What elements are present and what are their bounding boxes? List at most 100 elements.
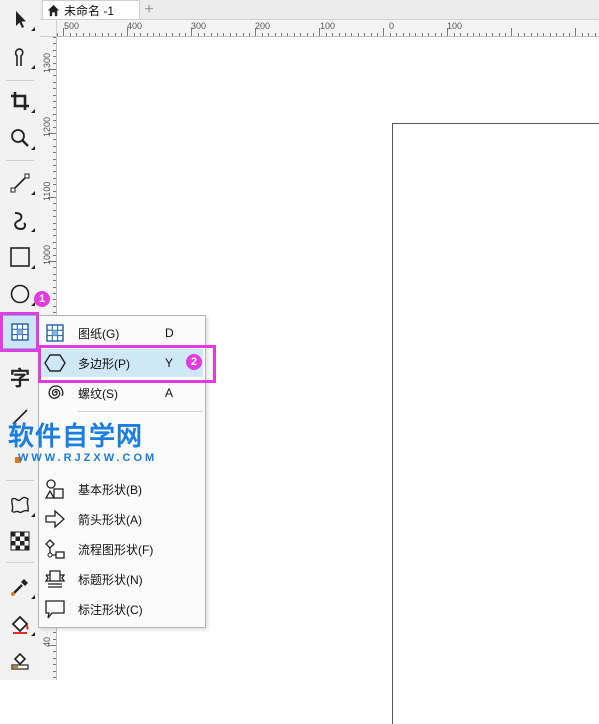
ruler-tick xyxy=(53,101,56,102)
home-icon xyxy=(47,4,60,16)
menu-item-spiral[interactable]: 螺纹(S) A xyxy=(41,379,203,407)
ruler-tick xyxy=(53,152,56,154)
ruler-tick xyxy=(53,43,56,45)
eyedropper-tool[interactable] xyxy=(4,572,36,602)
ruler-tick xyxy=(76,33,78,36)
curve-icon xyxy=(14,212,26,231)
menu-separator xyxy=(77,411,203,412)
ruler-tick xyxy=(53,670,56,672)
ruler-tick xyxy=(204,33,206,36)
step-badge-2: 2 xyxy=(186,354,202,370)
ruler-tick xyxy=(53,305,56,307)
ruler-tick xyxy=(479,33,481,36)
ruler-tick xyxy=(300,33,302,36)
ruler-tick xyxy=(53,216,56,218)
ruler-tick xyxy=(53,638,56,640)
ruler-tick xyxy=(357,33,359,36)
menu-item-label: 基本形状(B) xyxy=(78,482,142,497)
ruler-origin-corner[interactable] xyxy=(40,20,57,37)
ruler-tick xyxy=(165,33,167,36)
interactive-fill-tool[interactable] xyxy=(4,609,36,639)
smart-fill-icon xyxy=(11,652,29,670)
ruler-tick xyxy=(313,33,314,36)
ruler-tick xyxy=(396,33,398,36)
line-icon xyxy=(10,173,30,193)
menu-item-callout-shapes[interactable]: 标注形状(C) xyxy=(41,595,203,623)
ruler-tick xyxy=(466,33,468,36)
ruler-tick xyxy=(268,33,270,36)
ruler-tick xyxy=(473,33,474,36)
menu-item-graph-paper[interactable]: 图纸(G) D xyxy=(41,319,203,347)
freehand-tool[interactable] xyxy=(4,168,36,198)
ruler-tick xyxy=(48,133,56,134)
zoom-tool[interactable] xyxy=(4,123,36,153)
ruler-tick xyxy=(82,33,84,36)
menu-item-flowchart-shapes[interactable]: 流程图形状(F) xyxy=(41,535,203,563)
watermark-title: 软件自学网 xyxy=(8,422,144,452)
ruler-tick xyxy=(197,33,199,36)
ruler-tick xyxy=(53,273,56,275)
smart-fill-tool[interactable] xyxy=(4,645,36,675)
ruler-tick xyxy=(524,33,526,36)
ruler-tick xyxy=(530,33,532,36)
crop-tool[interactable] xyxy=(4,86,36,116)
ruler-tick xyxy=(402,33,404,36)
ruler-tick xyxy=(53,312,56,314)
document-tab[interactable]: 未命名 -1 xyxy=(42,0,140,19)
menu-item-label: 箭头形状(A) xyxy=(78,512,142,527)
spiral-icon xyxy=(43,381,67,405)
envelope-tool[interactable] xyxy=(4,490,36,520)
ellipse-tool[interactable] xyxy=(4,279,36,309)
freehand-shape-tool[interactable] xyxy=(4,42,36,72)
menu-item-label: 图纸(G) xyxy=(78,326,120,341)
transparency-tool[interactable] xyxy=(4,526,36,556)
ruler-tick xyxy=(242,33,244,36)
menu-item-banner-shapes[interactable]: 标题形状(N) xyxy=(41,565,203,593)
artistic-media-tool[interactable] xyxy=(4,205,36,235)
site-watermark: 软件自学网 WWW.RJZXW.COM xyxy=(8,422,158,464)
ruler-tick xyxy=(562,33,564,36)
ruler-tick xyxy=(53,286,56,288)
add-tab-button[interactable]: + xyxy=(140,0,158,19)
ruler-tick xyxy=(53,299,56,301)
ruler-label: 1100 xyxy=(42,181,52,201)
ruler-tick xyxy=(53,203,56,205)
menu-item-shortcut: A xyxy=(165,386,174,400)
highlight-box-tool xyxy=(0,312,39,352)
rectangle-tool[interactable] xyxy=(4,242,36,272)
ruler-tick xyxy=(594,33,596,36)
ruler-tick xyxy=(53,94,56,96)
ruler-tick xyxy=(53,248,56,250)
ruler-tick xyxy=(53,75,56,77)
ruler-tick xyxy=(53,158,56,160)
ruler-tick xyxy=(53,171,56,173)
ruler-tick xyxy=(191,28,193,36)
ruler-tick xyxy=(95,33,97,36)
ruler-tick xyxy=(53,126,56,128)
ruler-tick xyxy=(53,209,56,211)
ruler-tick xyxy=(364,33,366,36)
ruler-tick xyxy=(53,651,56,653)
ruler-tick xyxy=(108,33,110,36)
ruler-tick xyxy=(332,33,334,36)
menu-item-arrow-shapes[interactable]: 箭头形状(A) xyxy=(41,505,203,533)
flowchart-shapes-icon xyxy=(43,537,67,561)
watermark-url: WWW.RJZXW.COM xyxy=(18,452,158,464)
ruler-tick xyxy=(498,33,500,36)
pick-tool[interactable] xyxy=(4,4,36,34)
ruler-tick xyxy=(53,184,56,186)
ruler-tick xyxy=(69,33,71,36)
horizontal-ruler[interactable]: 500 400 300 200 100 0 100 xyxy=(57,20,599,37)
ruler-tick xyxy=(53,280,56,282)
menu-item-basic-shapes[interactable]: 基本形状(B) xyxy=(41,475,203,503)
ruler-tick xyxy=(549,33,551,36)
ruler-tick xyxy=(48,645,56,646)
banner-shapes-icon xyxy=(43,567,67,591)
ruler-tick xyxy=(133,33,135,36)
ruler-tick xyxy=(492,33,494,36)
ellipse-icon xyxy=(10,284,30,304)
text-tool[interactable]: 字 xyxy=(4,361,36,391)
ruler-tick xyxy=(153,33,154,36)
envelope-icon xyxy=(11,496,29,514)
ruler-tick xyxy=(434,33,436,36)
